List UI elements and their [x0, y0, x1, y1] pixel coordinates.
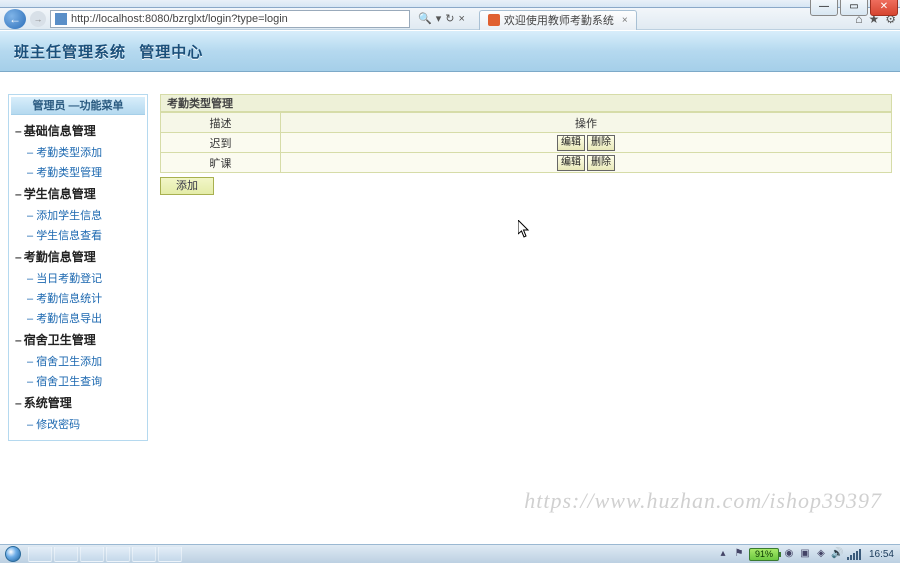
menu-item[interactable]: 宿舍卫生添加	[13, 351, 143, 371]
menu-item[interactable]: 学生信息查看	[13, 225, 143, 245]
cell-desc: 旷课	[161, 153, 281, 173]
app-title-sub: 管理中心	[139, 44, 203, 61]
table-row: 迟到 编辑删除	[161, 133, 892, 153]
menu-group: 系统管理	[13, 391, 143, 414]
menu-group: 宿舍卫生管理	[13, 328, 143, 351]
address-text: http://localhost:8080/bzrglxt/login?type…	[71, 13, 288, 25]
delete-button[interactable]: 删除	[587, 155, 615, 171]
tab-close-icon[interactable]: ×	[622, 15, 628, 26]
taskbar-item[interactable]	[106, 546, 130, 562]
menu-item[interactable]: 宿舍卫生查询	[13, 371, 143, 391]
nav-forward-button[interactable]: →	[30, 11, 46, 27]
tray-show-hidden-icon[interactable]: ▴	[717, 548, 729, 560]
tray-volume-icon[interactable]: 🔊	[831, 548, 843, 560]
edit-button[interactable]: 编辑	[557, 135, 585, 151]
app-header: 班主任管理系统 管理中心	[0, 30, 900, 72]
menu-item[interactable]: 考勤类型管理	[13, 162, 143, 182]
menu-item[interactable]: 考勤信息导出	[13, 308, 143, 328]
tray-network-icon[interactable]: ◉	[783, 548, 795, 560]
mouse-cursor	[518, 220, 530, 238]
tray-flag-icon[interactable]: ⚑	[733, 548, 745, 560]
start-button[interactable]	[0, 545, 26, 564]
window-titlebar: — ▭ ✕	[0, 0, 900, 8]
sidebar-title: 管理员 —功能菜单	[11, 97, 145, 115]
stop-icon[interactable]: ×	[458, 13, 464, 25]
tab-favicon	[488, 14, 500, 26]
menu-group: 学生信息管理	[13, 182, 143, 205]
taskbar-item[interactable]	[28, 546, 52, 562]
sidebar-menu: 基础信息管理 考勤类型添加 考勤类型管理 学生信息管理 添加学生信息 学生信息查…	[11, 115, 145, 438]
tray-icon[interactable]: ▣	[799, 548, 811, 560]
address-bar[interactable]: http://localhost:8080/bzrglxt/login?type…	[50, 10, 410, 28]
panel-title: 考勤类型管理	[160, 94, 892, 112]
taskbar-item[interactable]	[80, 546, 104, 562]
menu-item[interactable]: 考勤信息统计	[13, 288, 143, 308]
menu-item[interactable]: 考勤类型添加	[13, 142, 143, 162]
battery-indicator[interactable]: 91%	[749, 548, 779, 561]
app-title-main: 班主任管理系统	[14, 44, 126, 61]
nav-back-button[interactable]: ←	[4, 9, 26, 29]
content-panel: 考勤类型管理 描述 操作 迟到 编辑删除 旷课 编辑删除 添加	[160, 94, 892, 195]
tray-signal-icon[interactable]	[847, 549, 861, 560]
menu-item[interactable]: 修改密码	[13, 414, 143, 434]
taskbar-item[interactable]	[158, 546, 182, 562]
attendance-type-table: 描述 操作 迟到 编辑删除 旷课 编辑删除	[160, 112, 892, 173]
table-row: 旷课 编辑删除	[161, 153, 892, 173]
taskbar: ▴ ⚑ 91% ◉ ▣ ◈ 🔊 16:54	[0, 544, 900, 563]
watermark: https://www.huzhan.com/ishop39397	[524, 488, 882, 514]
menu-group: 基础信息管理	[13, 119, 143, 142]
window-minimize-button[interactable]: —	[810, 0, 838, 16]
tray-clock[interactable]: 16:54	[869, 549, 894, 560]
menu-item[interactable]: 添加学生信息	[13, 205, 143, 225]
menu-item[interactable]: 当日考勤登记	[13, 268, 143, 288]
window-close-button[interactable]: ✕	[870, 0, 898, 16]
menu-group: 考勤信息管理	[13, 245, 143, 268]
tab-title: 欢迎使用教师考勤系统	[504, 12, 614, 28]
taskbar-item[interactable]	[54, 546, 78, 562]
edit-button[interactable]: 编辑	[557, 155, 585, 171]
tray-icon[interactable]: ◈	[815, 548, 827, 560]
cell-ops: 编辑删除	[281, 153, 892, 173]
add-button[interactable]: 添加	[160, 177, 214, 195]
cell-desc: 迟到	[161, 133, 281, 153]
window-maximize-button[interactable]: ▭	[840, 0, 868, 16]
browser-toolbar: ← → http://localhost:8080/bzrglxt/login?…	[0, 8, 900, 30]
refresh-icon[interactable]: ↻	[445, 12, 454, 25]
cell-ops: 编辑删除	[281, 133, 892, 153]
col-header-op: 操作	[281, 113, 892, 133]
taskbar-item[interactable]	[132, 546, 156, 562]
sidebar: 管理员 —功能菜单 基础信息管理 考勤类型添加 考勤类型管理 学生信息管理 添加…	[8, 94, 148, 441]
col-header-desc: 描述	[161, 113, 281, 133]
search-icon[interactable]: 🔍	[418, 12, 432, 25]
site-icon	[55, 13, 67, 25]
browser-tab[interactable]: 欢迎使用教师考勤系统 ×	[479, 10, 637, 30]
delete-button[interactable]: 删除	[587, 135, 615, 151]
